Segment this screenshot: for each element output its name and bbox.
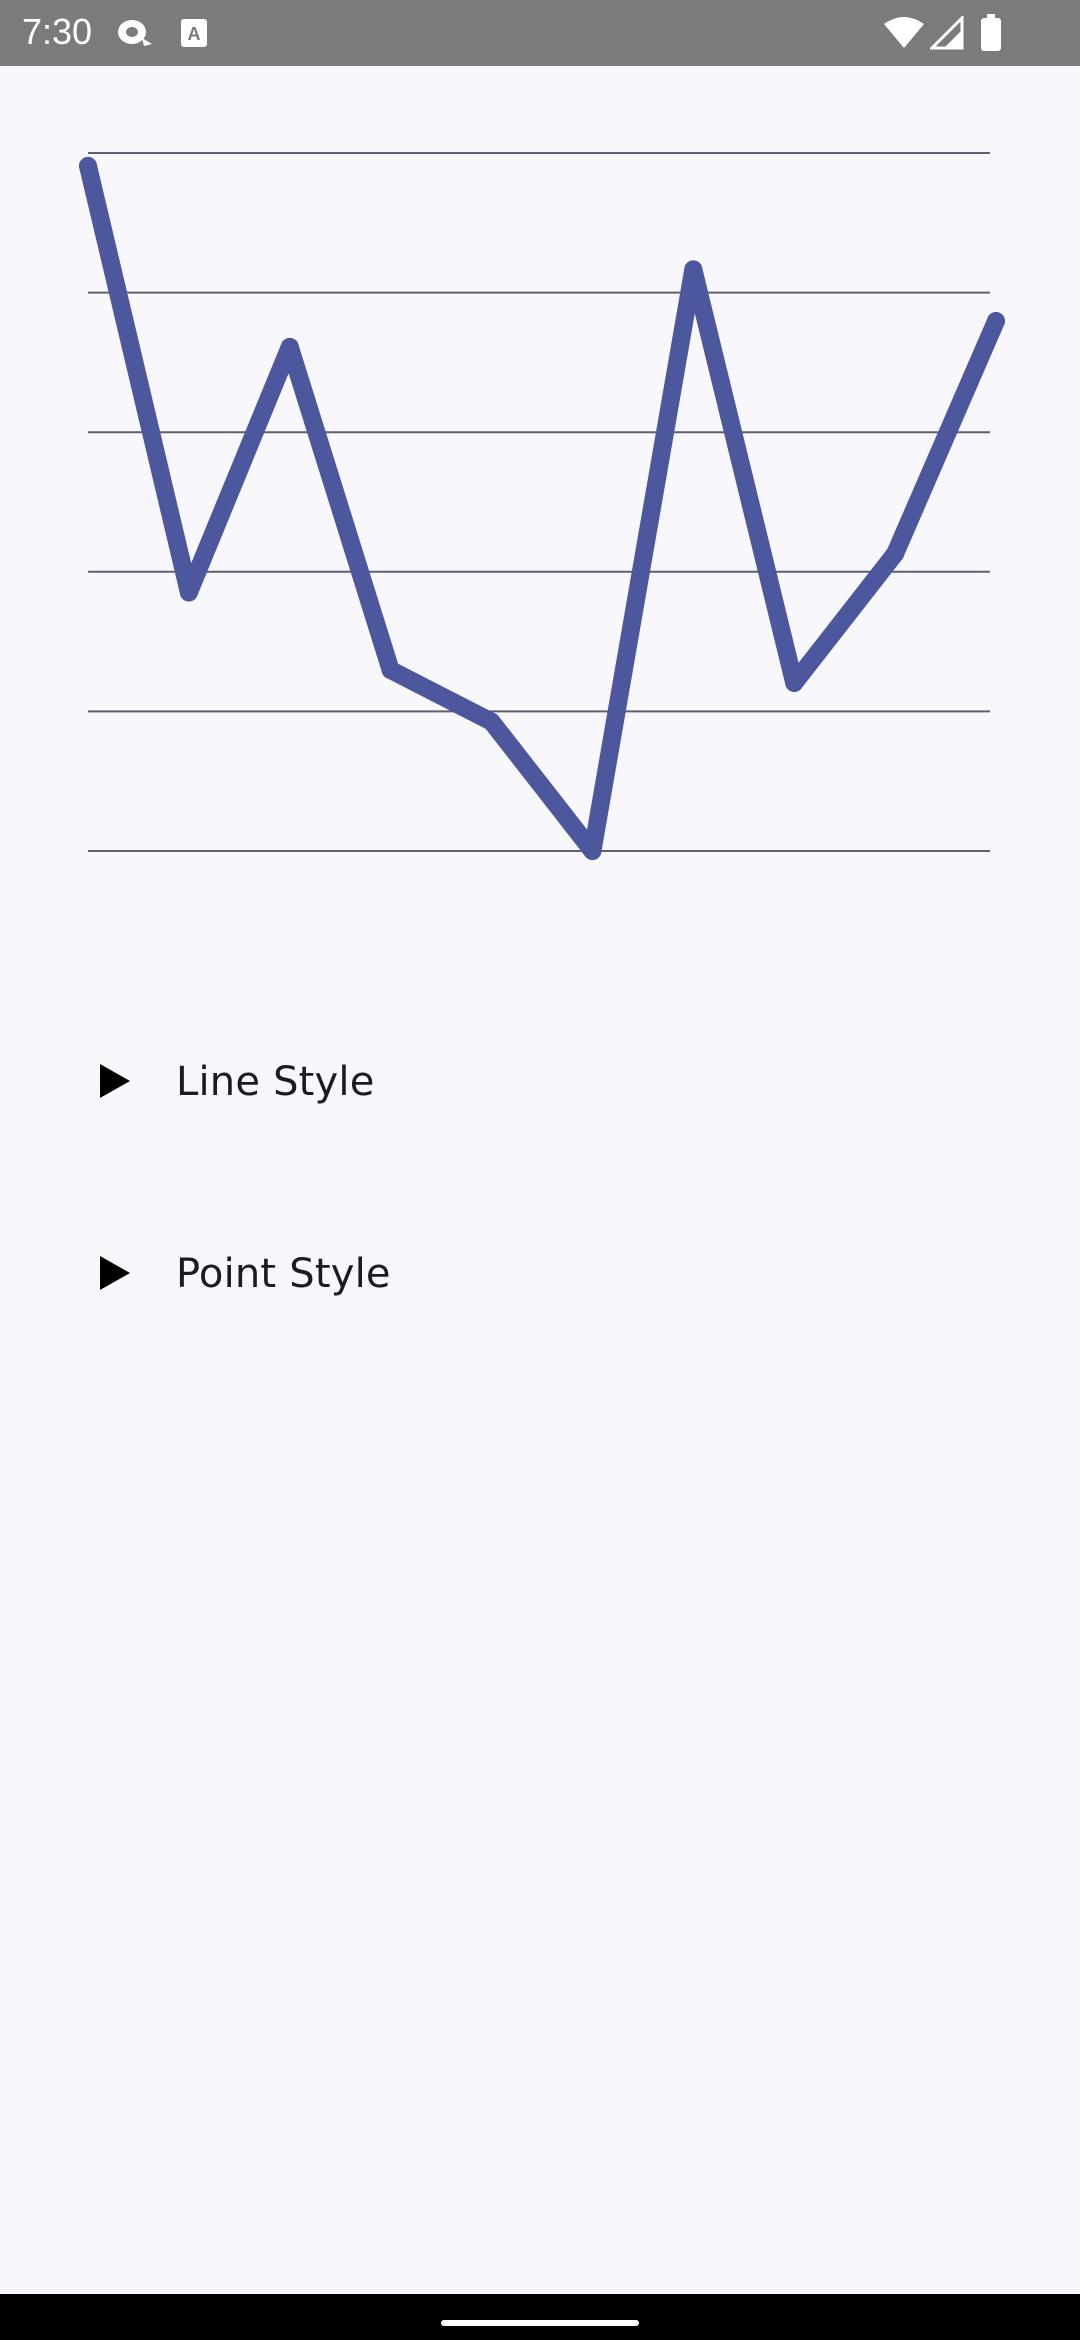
expand-arrow-icon (100, 1064, 130, 1098)
chart-point (987, 312, 1005, 331)
svg-text:A: A (188, 24, 201, 44)
status-time: 7:30 (22, 11, 93, 52)
text-a-icon: A (180, 18, 208, 53)
chart-point (381, 661, 400, 680)
battery-icon (980, 14, 1002, 57)
section-line-style-label: Line Style (176, 1059, 375, 1105)
line-chart (79, 152, 1005, 860)
expand-arrow-icon (100, 1256, 130, 1290)
chart-point (482, 712, 501, 731)
home-gesture-handle[interactable] (441, 2320, 639, 2326)
signal-icon (928, 14, 964, 55)
chart-point (179, 583, 198, 602)
status-bar: 7:30 A (0, 0, 1080, 66)
section-point-style[interactable]: Point Style (0, 1218, 1080, 1328)
app-screen: 7:30 A Line Style Point Style (0, 0, 1080, 2340)
chart-point (785, 673, 804, 692)
section-point-style-label: Point Style (176, 1251, 391, 1297)
chart-point (280, 337, 299, 356)
section-line-style[interactable]: Line Style (0, 1026, 1080, 1136)
chart-point (583, 842, 602, 860)
chart-point (886, 544, 905, 563)
wifi-icon (884, 16, 924, 55)
navigation-bar (0, 2294, 1080, 2340)
sync-icon (114, 14, 154, 55)
chart-series-line (79, 156, 1005, 860)
chart-point (684, 260, 703, 279)
chart-point (79, 156, 97, 175)
